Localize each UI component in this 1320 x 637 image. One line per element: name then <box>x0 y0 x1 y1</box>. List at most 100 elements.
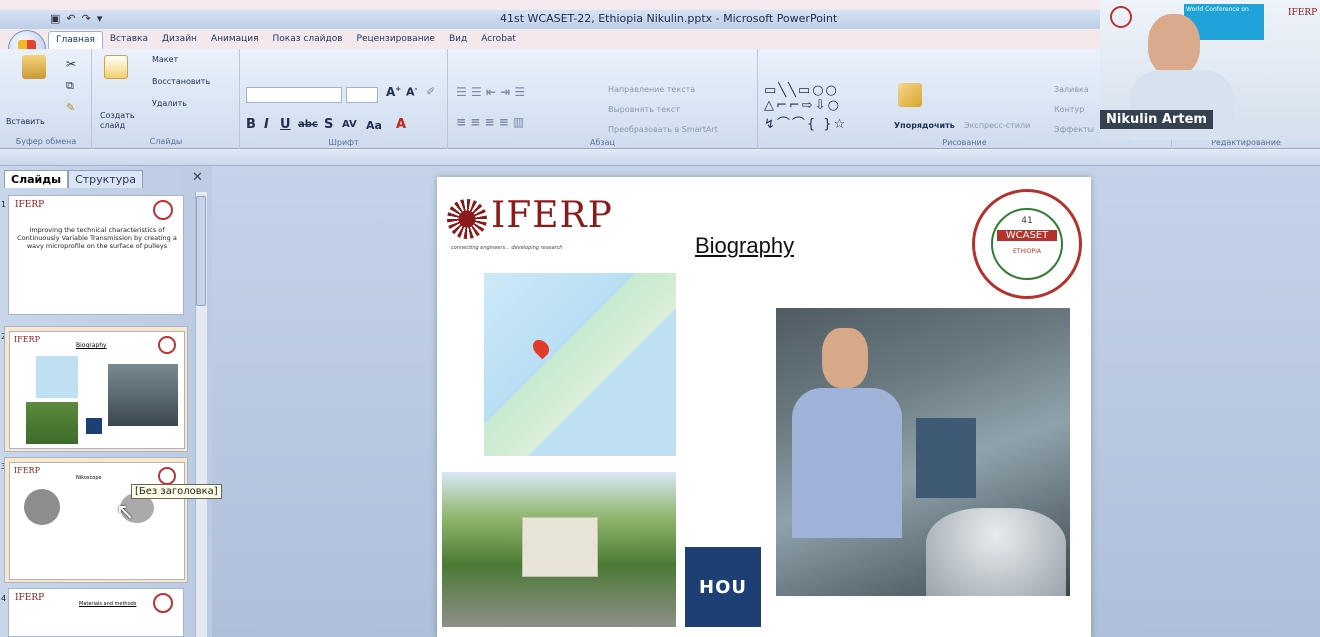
tab-slideshow[interactable]: Показ слайдов <box>266 31 350 49</box>
tab-acrobat[interactable]: Acrobat <box>474 31 523 49</box>
thumb-logo: IFERP <box>14 466 40 475</box>
badge-location: ETHIOPIA <box>1013 248 1041 255</box>
building-facade <box>522 517 598 577</box>
delete-button[interactable]: Удалить <box>152 99 187 108</box>
bullets-icon[interactable]: ☰ ☰ ⇤ ⇥ ☰ <box>456 85 525 99</box>
shapes-gallery[interactable]: ▭╲╲▭○○ △⌐⌐⇨⇩○ ↯⌒⌒{ }☆ <box>764 83 847 132</box>
slides-group-label: Слайды <box>149 137 183 146</box>
webcam-badge-icon <box>1110 6 1132 28</box>
thumb-badge-icon <box>158 467 176 485</box>
qat-dropdown-icon[interactable]: ▾ <box>97 12 103 25</box>
close-icon[interactable]: ✕ <box>192 170 203 185</box>
shadow-button[interactable]: S <box>324 117 333 132</box>
paragraph-group: ☰ ☰ ⇤ ⇥ ☰ ≡ ≡ ≡ ≡ ▥ Направление текста В… <box>448 49 758 149</box>
new-slide-icon[interactable] <box>104 55 128 79</box>
shape-outline-button[interactable]: Контур <box>1054 105 1084 114</box>
char-spacing-button[interactable]: AV <box>342 119 357 130</box>
speaker-face <box>1148 14 1200 76</box>
paste-icon[interactable] <box>22 55 46 79</box>
paste-button[interactable]: Вставить <box>6 117 45 126</box>
undo-icon[interactable]: ↶ <box>66 12 75 25</box>
thumb-hou-logo <box>86 418 102 434</box>
font-size-select[interactable] <box>346 87 378 103</box>
change-case-button[interactable]: Aa <box>366 119 382 132</box>
italic-button[interactable]: I <box>264 117 269 132</box>
thumb-title: Materials and methods <box>79 601 137 607</box>
tab-view[interactable]: Вид <box>442 31 474 49</box>
smartart-button[interactable]: Преобразовать в SmartArt <box>608 125 718 134</box>
person-head <box>822 328 868 388</box>
font-family-select[interactable] <box>246 87 342 103</box>
badge-title: WCASET <box>997 230 1057 241</box>
font-group-label: Шрифт <box>328 138 359 147</box>
shrink-font-icon[interactable]: A- <box>406 85 417 99</box>
thumb-title: Nikoscope <box>76 475 102 481</box>
window-title: 41st WCASET-22, Ethiopia Nikulin.pptx - … <box>500 12 838 25</box>
mouse-cursor-icon: ↖ <box>116 500 135 525</box>
quick-access-toolbar: ▣ ↶ ↷ ▾ <box>50 12 102 25</box>
format-painter-icon[interactable]: ✎ <box>66 101 75 114</box>
tab-home[interactable]: Главная <box>48 31 103 49</box>
save-icon[interactable]: ▣ <box>50 12 60 25</box>
tab-insert[interactable]: Вставка <box>103 31 155 49</box>
reset-button[interactable]: Восстановить <box>152 77 210 86</box>
thumb-building-image <box>26 402 78 444</box>
tab-review[interactable]: Рецензирование <box>350 31 442 49</box>
panel-tabs: Слайды Структура <box>4 170 143 188</box>
thumb-number: 1 <box>1 200 7 209</box>
equipment-cabinet <box>916 418 976 498</box>
font-color-button[interactable]: A <box>396 117 406 132</box>
cut-icon[interactable]: ✂ <box>66 57 76 71</box>
copy-icon[interactable]: ⧉ <box>66 79 74 93</box>
badge-number: 41 <box>1021 216 1033 226</box>
strikethrough-button[interactable]: abc <box>298 119 318 130</box>
font-group: A+ A- ✐ B I U abc S AV Aa A Шрифт <box>240 49 448 149</box>
arrange-icon[interactable] <box>898 83 922 107</box>
scrollbar-thumb[interactable] <box>196 196 206 306</box>
clipboard-group: Вставить ✂ ⧉ ✎ <box>0 49 92 149</box>
hou-logo: HOU <box>685 547 761 627</box>
thumb-logo: IFERP <box>15 593 45 603</box>
thumb-badge-icon <box>158 336 176 354</box>
slide-thumbnail-1[interactable]: IFERP Improving the technical characteri… <box>8 195 184 315</box>
clear-format-icon[interactable]: ✐ <box>426 85 435 98</box>
underline-button[interactable]: U <box>280 117 291 132</box>
text-direction-button[interactable]: Направление текста <box>608 85 695 94</box>
speaker-shirt <box>1130 70 1234 140</box>
new-slide-button[interactable]: Создать слайд <box>100 111 138 131</box>
slide-heading: Biography <box>695 233 795 258</box>
thumb-badge-icon <box>153 200 173 220</box>
thumb-map-image <box>36 356 78 398</box>
thumb-badge-icon <box>153 593 173 613</box>
layout-button[interactable]: Макет <box>152 55 178 64</box>
world-map-image <box>484 273 676 456</box>
tab-animation[interactable]: Анимация <box>204 31 266 49</box>
shape-effects-button[interactable]: Эффекты <box>1054 125 1094 134</box>
clipboard-group-label: Буфер обмена <box>15 137 77 146</box>
align-icons[interactable]: ≡ ≡ ≡ ≡ ▥ <box>456 115 524 129</box>
bold-button[interactable]: B <box>246 117 256 132</box>
thumb-number: 4 <box>1 594 7 603</box>
tab-outline[interactable]: Структура <box>68 170 143 188</box>
slide-thumbnail-3[interactable]: IFERP Nikoscope <box>4 457 188 583</box>
current-slide[interactable]: IFERP connecting engineers... developing… <box>437 177 1091 637</box>
portrait-photo <box>776 308 1070 596</box>
thumb-logo: IFERP <box>14 335 40 344</box>
slides-group: Создать слайд Макет Восстановить Удалить <box>92 49 240 149</box>
tooltip: [Без заголовка] <box>131 484 222 499</box>
align-text-button[interactable]: Выровнять текст <box>608 105 680 114</box>
ribbon-footer <box>0 150 1320 166</box>
quick-styles-button[interactable]: Экспресс-стили <box>964 121 1030 130</box>
tab-design[interactable]: Дизайн <box>155 31 204 49</box>
slide-logo: IFERP <box>491 195 613 236</box>
thumb-title: Biography <box>76 342 107 349</box>
redo-icon[interactable]: ↷ <box>82 12 91 25</box>
grow-font-icon[interactable]: A+ <box>386 85 401 99</box>
slide-thumbnail-4[interactable]: IFERP Materials and methods <box>8 588 184 637</box>
slide-thumbnail-2[interactable]: IFERP Biography <box>4 326 188 452</box>
tab-slides[interactable]: Слайды <box>4 170 69 188</box>
webcam-brand: IFERP <box>1288 8 1318 18</box>
arrange-button[interactable]: Упорядочить <box>894 121 955 130</box>
speaker-name-tag: Nikulin Artem <box>1100 110 1213 129</box>
shape-fill-button[interactable]: Заливка <box>1054 85 1089 94</box>
